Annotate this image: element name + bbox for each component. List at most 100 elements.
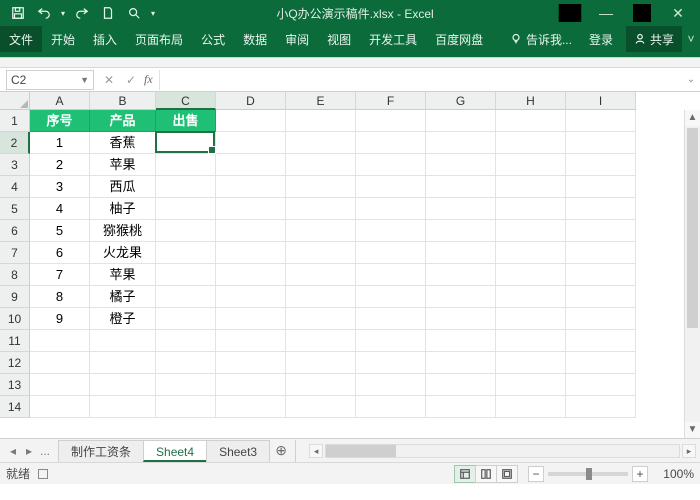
cell[interactable] [286, 374, 356, 396]
cell[interactable]: 苹果 [90, 264, 156, 286]
cell[interactable] [566, 286, 636, 308]
cell[interactable] [496, 396, 566, 418]
scroll-track-h[interactable] [325, 444, 680, 458]
zoom-slider[interactable] [548, 472, 628, 476]
cell[interactable] [356, 110, 426, 132]
zoom-in-button[interactable]: + [632, 466, 648, 482]
cell[interactable] [496, 352, 566, 374]
cell[interactable] [426, 396, 496, 418]
cell[interactable] [286, 352, 356, 374]
new-file-icon[interactable] [96, 2, 120, 24]
scroll-down-icon[interactable]: ▼ [685, 422, 700, 438]
column-header[interactable]: D [216, 92, 286, 110]
cell[interactable] [356, 242, 426, 264]
cell[interactable] [566, 330, 636, 352]
cell[interactable] [286, 220, 356, 242]
tab-file[interactable]: 文件 [0, 26, 42, 52]
cell[interactable]: 橙子 [90, 308, 156, 330]
cancel-formula-icon[interactable]: ✕ [98, 73, 120, 87]
cell[interactable]: 3 [30, 176, 90, 198]
cell[interactable] [426, 374, 496, 396]
cell[interactable] [496, 220, 566, 242]
cell[interactable] [90, 374, 156, 396]
share-button[interactable]: 共享 [626, 26, 682, 52]
zoom-out-button[interactable]: − [528, 466, 544, 482]
cell[interactable] [566, 110, 636, 132]
cell[interactable]: 9 [30, 308, 90, 330]
cell[interactable] [216, 352, 286, 374]
cell[interactable]: 苹果 [90, 154, 156, 176]
cell[interactable] [426, 198, 496, 220]
cell[interactable] [496, 176, 566, 198]
cell[interactable] [156, 352, 216, 374]
cell[interactable] [426, 286, 496, 308]
cell[interactable] [356, 330, 426, 352]
row-header[interactable]: 6 [0, 220, 30, 242]
cell[interactable] [156, 242, 216, 264]
view-normal-button[interactable] [454, 465, 476, 483]
cell[interactable]: 橘子 [90, 286, 156, 308]
cell[interactable] [566, 374, 636, 396]
cell[interactable] [90, 330, 156, 352]
zoom-slider-knob[interactable] [586, 468, 592, 480]
sheet-nav-next-icon[interactable]: ▸ [22, 444, 36, 458]
cell[interactable] [156, 374, 216, 396]
column-header[interactable]: G [426, 92, 496, 110]
scroll-up-icon[interactable]: ▲ [685, 110, 700, 126]
formula-input[interactable] [159, 70, 682, 90]
maximize-button[interactable] [624, 2, 660, 24]
formula-bar-expand-icon[interactable]: ⌄ [682, 74, 700, 85]
view-pagelayout-button[interactable] [475, 465, 497, 483]
cell[interactable] [216, 330, 286, 352]
cell[interactable] [30, 330, 90, 352]
qat-customize-icon[interactable]: ▾ [148, 2, 158, 24]
cell[interactable] [496, 264, 566, 286]
column-header[interactable]: A [30, 92, 90, 110]
cell[interactable] [30, 374, 90, 396]
cell[interactable] [156, 198, 216, 220]
cell[interactable] [496, 110, 566, 132]
cell[interactable] [286, 154, 356, 176]
cell[interactable] [90, 352, 156, 374]
cell[interactable] [156, 330, 216, 352]
cell[interactable] [286, 242, 356, 264]
cell[interactable] [566, 242, 636, 264]
tab-pagelayout[interactable]: 页面布局 [126, 26, 192, 52]
column-header[interactable]: C [156, 92, 216, 110]
cell[interactable] [286, 286, 356, 308]
name-box[interactable]: C2 ▼ [6, 70, 94, 90]
cell[interactable] [356, 352, 426, 374]
minimize-button[interactable]: — [588, 2, 624, 24]
sheet-tab[interactable]: Sheet3 [206, 440, 270, 462]
ribbon-options-icon[interactable] [552, 2, 588, 24]
tab-formulas[interactable]: 公式 [192, 26, 234, 52]
cell[interactable] [496, 132, 566, 154]
cell[interactable] [156, 176, 216, 198]
cell[interactable] [566, 308, 636, 330]
tell-me[interactable]: 告诉我... [502, 26, 580, 52]
cell[interactable]: 7 [30, 264, 90, 286]
cell[interactable] [566, 198, 636, 220]
cell[interactable] [496, 242, 566, 264]
cell[interactable] [566, 396, 636, 418]
undo-icon[interactable] [32, 2, 56, 24]
cell[interactable] [216, 154, 286, 176]
cell[interactable] [356, 374, 426, 396]
row-header[interactable]: 5 [0, 198, 30, 220]
cell[interactable] [156, 308, 216, 330]
cell[interactable] [286, 198, 356, 220]
cell[interactable] [156, 154, 216, 176]
zoom-value[interactable]: 100% [652, 467, 694, 481]
cell[interactable] [356, 396, 426, 418]
ribbon-collapse-icon[interactable]: ˅ [682, 26, 700, 52]
undo-dropdown-icon[interactable]: ▾ [58, 2, 68, 24]
row-header[interactable]: 11 [0, 330, 30, 352]
cell[interactable] [216, 308, 286, 330]
column-header[interactable]: E [286, 92, 356, 110]
cell[interactable] [216, 132, 286, 154]
cell[interactable] [216, 286, 286, 308]
close-button[interactable]: ✕ [660, 2, 696, 24]
scroll-thumb-h[interactable] [326, 445, 396, 457]
cell[interactable] [216, 110, 286, 132]
cell[interactable] [156, 396, 216, 418]
